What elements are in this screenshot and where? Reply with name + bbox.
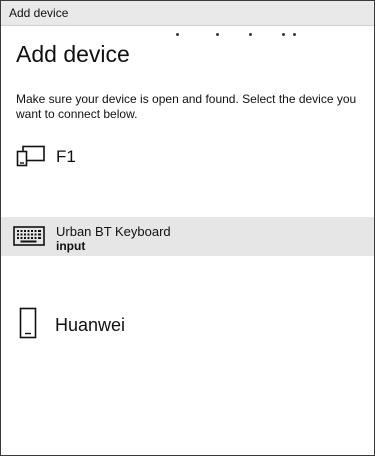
page-description: Make sure your device is open and found.… xyxy=(16,92,357,121)
progress-dot xyxy=(249,33,252,36)
device-name: Urban BT Keyboard xyxy=(56,224,171,239)
device-name: Huanwei xyxy=(55,315,126,335)
device-item-huanwei[interactable]: Huanwei xyxy=(1,301,374,345)
page-title: Add device xyxy=(16,41,130,67)
device-item-urban-bt-keyboard[interactable]: Urban BT Keyboard input xyxy=(1,217,374,256)
progress-dots-icon xyxy=(1,33,374,39)
device-type: input xyxy=(56,239,86,253)
progress-dot xyxy=(293,33,296,36)
tablet-phone-icon xyxy=(16,145,46,172)
progress-dot xyxy=(216,33,219,36)
title-bar[interactable]: Add device xyxy=(1,1,374,26)
progress-dot xyxy=(176,33,179,36)
keyboard-icon xyxy=(13,226,45,251)
phone-icon xyxy=(19,307,37,344)
progress-dot xyxy=(282,33,285,36)
device-name: F1 xyxy=(56,147,76,166)
device-item-f1[interactable]: F1 xyxy=(1,137,374,181)
add-device-window: Add device Add device Make sure your dev… xyxy=(0,0,375,456)
window-title: Add device xyxy=(9,6,69,20)
